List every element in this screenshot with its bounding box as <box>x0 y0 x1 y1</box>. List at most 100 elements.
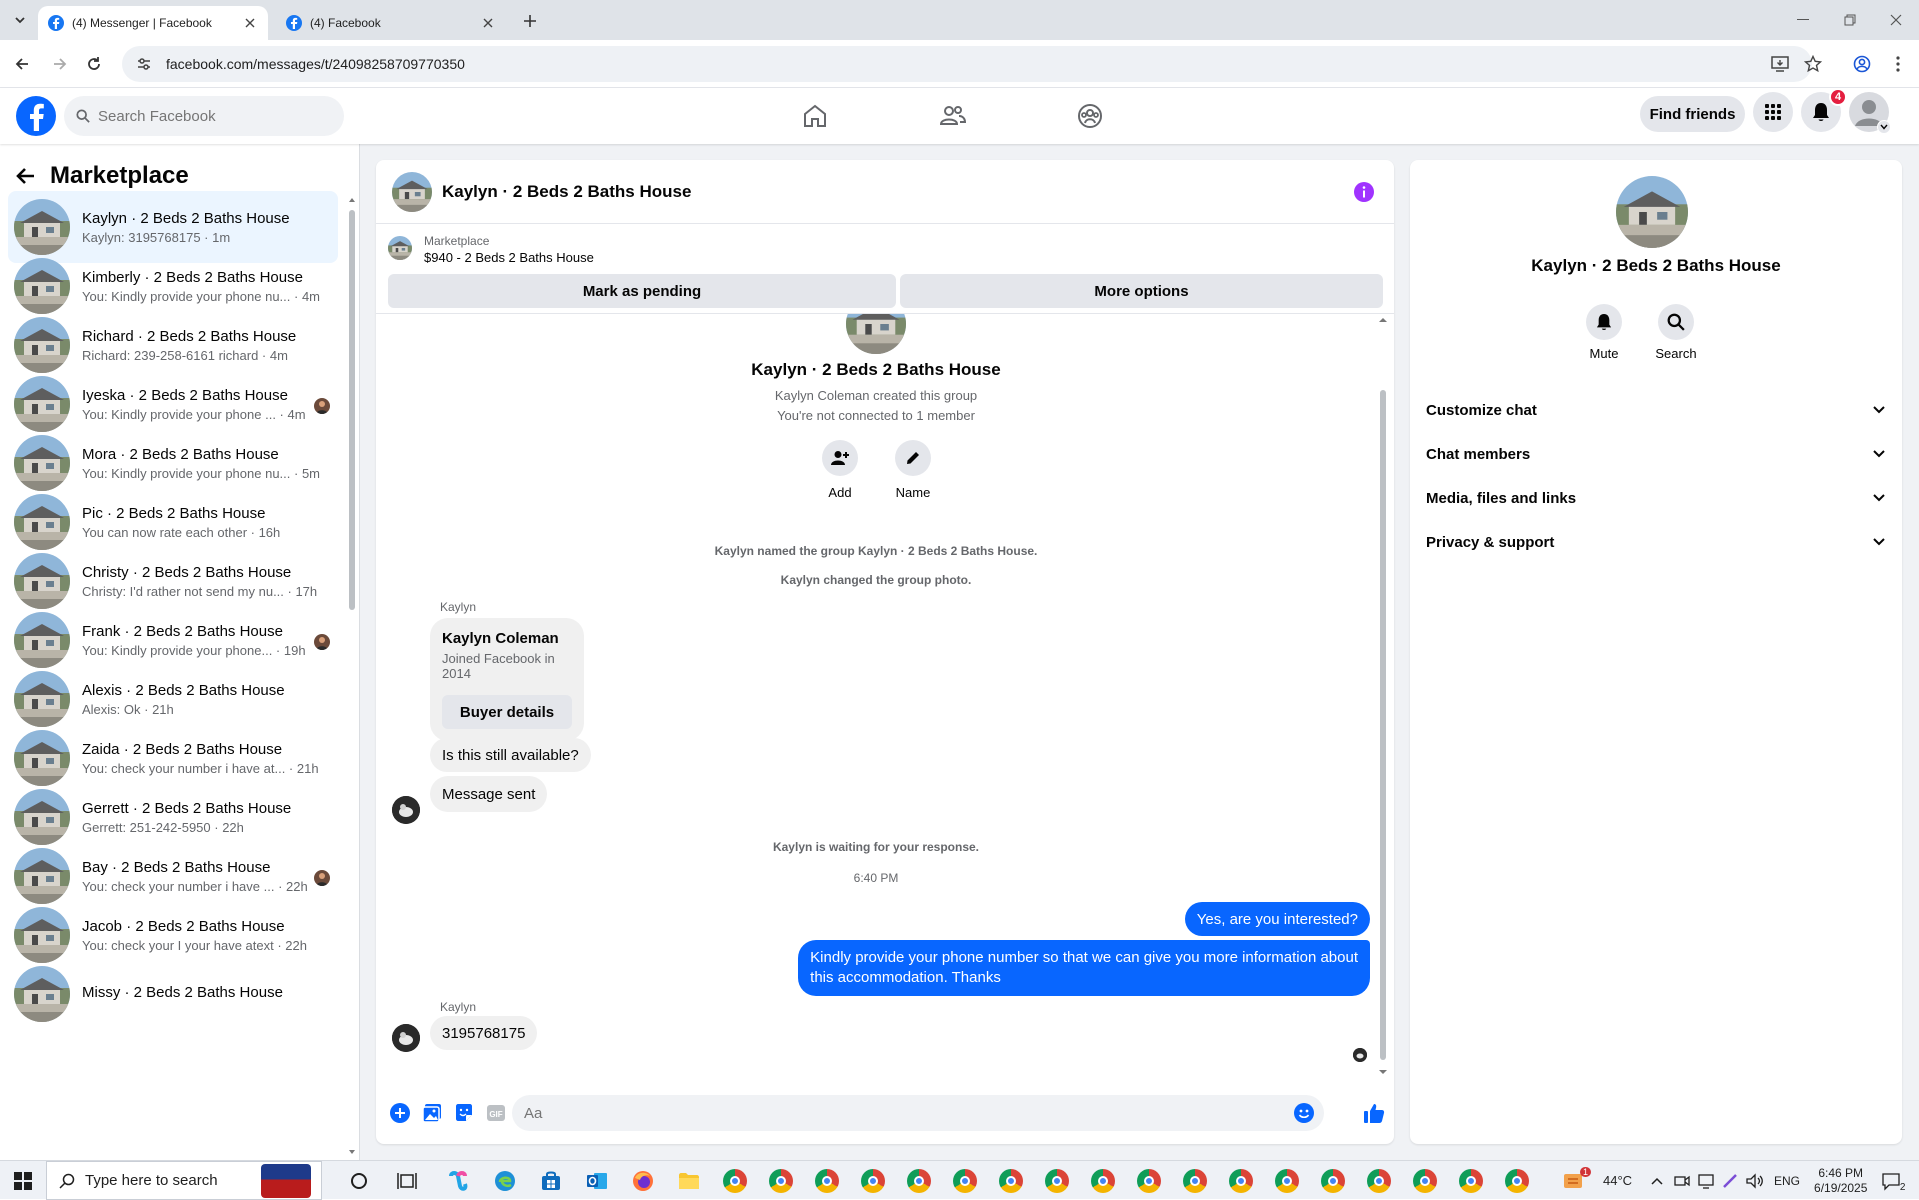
edge-icon[interactable] <box>490 1166 520 1196</box>
pen-icon[interactable] <box>1722 1173 1738 1189</box>
windows-start-icon[interactable] <box>8 1166 38 1196</box>
chrome-window-icon[interactable] <box>1226 1166 1256 1196</box>
firefox-icon[interactable] <box>628 1166 658 1196</box>
chrome-window-icon[interactable] <box>1364 1166 1394 1196</box>
url-field[interactable]: facebook.com/messages/t/2409825870977035… <box>122 46 1812 82</box>
notification-center-icon[interactable]: 2 <box>1881 1171 1906 1193</box>
conversation-avatar[interactable] <box>392 171 432 212</box>
plus-actions-icon[interactable] <box>384 1097 416 1129</box>
home-nav-icon[interactable] <box>791 92 839 140</box>
sidebar-scroll-thumb[interactable] <box>349 210 355 610</box>
profile-icon[interactable] <box>1850 52 1874 76</box>
close-tab-icon[interactable] <box>242 15 258 31</box>
listing-price[interactable]: $940 - 2 Beds 2 Baths House <box>424 250 594 265</box>
message-input-field[interactable] <box>512 1095 1324 1131</box>
tab-search-icon[interactable] <box>8 9 32 31</box>
find-friends-button[interactable]: Find friends <box>1640 96 1745 132</box>
taskbar-search-field[interactable]: Type here to search <box>46 1161 322 1200</box>
listing-thumbnail[interactable] <box>388 236 412 260</box>
rename-group-button[interactable] <box>895 440 931 476</box>
notifications-bell-icon[interactable]: 4 <box>1801 88 1847 132</box>
info-icon[interactable] <box>1354 182 1374 202</box>
reload-icon[interactable] <box>82 52 106 76</box>
message-input[interactable] <box>524 1104 1264 1122</box>
buyer-details-button[interactable]: Buyer details <box>442 695 572 729</box>
back-arrow-icon[interactable] <box>16 166 36 186</box>
store-icon[interactable] <box>536 1166 566 1196</box>
chrome-window-icon[interactable] <box>1272 1166 1302 1196</box>
cortana-icon[interactable] <box>344 1166 374 1196</box>
chrome-window-icon[interactable] <box>950 1166 980 1196</box>
media-files-links-row[interactable]: Media, files and links <box>1426 476 1886 520</box>
sender-avatar[interactable] <box>392 796 420 824</box>
tab-messenger[interactable]: (4) Messenger | Facebook <box>38 6 268 40</box>
gif-icon[interactable]: GIF <box>480 1097 512 1129</box>
clock[interactable]: 6:46 PM 6/19/2025 <box>1814 1166 1867 1196</box>
meet-icon[interactable] <box>1674 1173 1690 1189</box>
site-info-icon[interactable] <box>136 56 152 72</box>
sidebar-scrollbar[interactable] <box>348 196 356 1156</box>
file-explorer-icon[interactable] <box>674 1166 704 1196</box>
message-bubble-incoming[interactable]: Message sent <box>430 776 548 812</box>
language-indicator[interactable]: ENG <box>1774 1174 1800 1188</box>
chrome-window-icon[interactable] <box>1180 1166 1210 1196</box>
browser-menu-icon[interactable] <box>1886 52 1910 76</box>
message-bubble-incoming[interactable]: Is this still available? <box>430 738 591 772</box>
facebook-logo-icon[interactable] <box>16 96 56 136</box>
conversation-title[interactable]: Kaylyn · 2 Beds 2 Baths House <box>442 182 691 202</box>
chrome-window-icon[interactable] <box>720 1166 750 1196</box>
weather-widget[interactable]: 1 44°C <box>1562 1161 1632 1200</box>
back-arrow-icon[interactable] <box>10 52 34 76</box>
chrome-window-icon[interactable] <box>1134 1166 1164 1196</box>
chrome-window-icon[interactable] <box>812 1166 842 1196</box>
add-member-button[interactable] <box>822 440 858 476</box>
task-view-icon[interactable] <box>392 1166 422 1196</box>
search-in-conversation-button[interactable]: Search <box>1646 304 1706 361</box>
install-app-icon[interactable] <box>1768 52 1792 76</box>
thumbs-up-icon[interactable] <box>1358 1097 1390 1129</box>
chrome-window-icon[interactable] <box>996 1166 1026 1196</box>
copilot-icon[interactable] <box>443 1166 473 1196</box>
minimize-window-icon[interactable] <box>1792 10 1814 30</box>
new-tab-button[interactable] <box>519 10 541 32</box>
mute-button[interactable]: Mute <box>1574 304 1634 361</box>
thread-scroll-thumb[interactable] <box>1380 390 1386 1060</box>
groups-nav-icon[interactable] <box>1066 92 1114 140</box>
menu-grid-icon[interactable] <box>1753 92 1793 132</box>
message-bubble-outgoing[interactable]: Yes, are you interested? <box>1184 902 1370 936</box>
chrome-window-icon[interactable] <box>858 1166 888 1196</box>
chrome-window-icon[interactable] <box>1502 1166 1532 1196</box>
chrome-window-icon[interactable] <box>904 1166 934 1196</box>
privacy-support-row[interactable]: Privacy & support <box>1426 520 1886 564</box>
details-avatar[interactable] <box>1616 176 1688 248</box>
sticker-icon[interactable] <box>448 1097 480 1129</box>
conversation-item[interactable]: Missy · 2 Beds 2 Baths House <box>8 958 338 1030</box>
outlook-icon[interactable] <box>582 1166 612 1196</box>
restore-window-icon[interactable] <box>1839 10 1861 30</box>
chevron-up-icon[interactable] <box>1650 1176 1664 1186</box>
friends-nav-icon[interactable] <box>929 92 977 140</box>
close-window-icon[interactable] <box>1885 10 1907 30</box>
account-avatar[interactable] <box>1849 92 1891 134</box>
volume-icon[interactable] <box>1746 1172 1764 1189</box>
network-icon[interactable] <box>1698 1173 1714 1189</box>
sender-avatar[interactable] <box>392 1024 420 1052</box>
chrome-window-icon[interactable] <box>1318 1166 1348 1196</box>
emoji-icon[interactable] <box>1294 1103 1314 1123</box>
chrome-window-icon[interactable] <box>766 1166 796 1196</box>
thread-scrollbar[interactable] <box>1378 314 1388 1082</box>
message-bubble-outgoing[interactable]: Kindly provide your phone number so that… <box>798 940 1370 996</box>
message-bubble-incoming[interactable]: 3195768175 <box>430 1016 538 1050</box>
close-tab-icon[interactable] <box>480 15 496 31</box>
chrome-window-icon[interactable] <box>1410 1166 1440 1196</box>
chrome-window-icon[interactable] <box>1456 1166 1486 1196</box>
chat-members-row[interactable]: Chat members <box>1426 432 1886 476</box>
attach-photo-icon[interactable] <box>416 1097 448 1129</box>
more-options-button[interactable]: More options <box>900 274 1383 308</box>
bookmark-star-icon[interactable] <box>1801 52 1825 76</box>
tab-facebook[interactable]: (4) Facebook <box>276 6 506 40</box>
facebook-search-input[interactable] <box>98 107 318 125</box>
mark-as-pending-button[interactable]: Mark as pending <box>388 274 896 308</box>
facebook-search-field[interactable] <box>64 96 344 136</box>
customize-chat-row[interactable]: Customize chat <box>1426 388 1886 432</box>
